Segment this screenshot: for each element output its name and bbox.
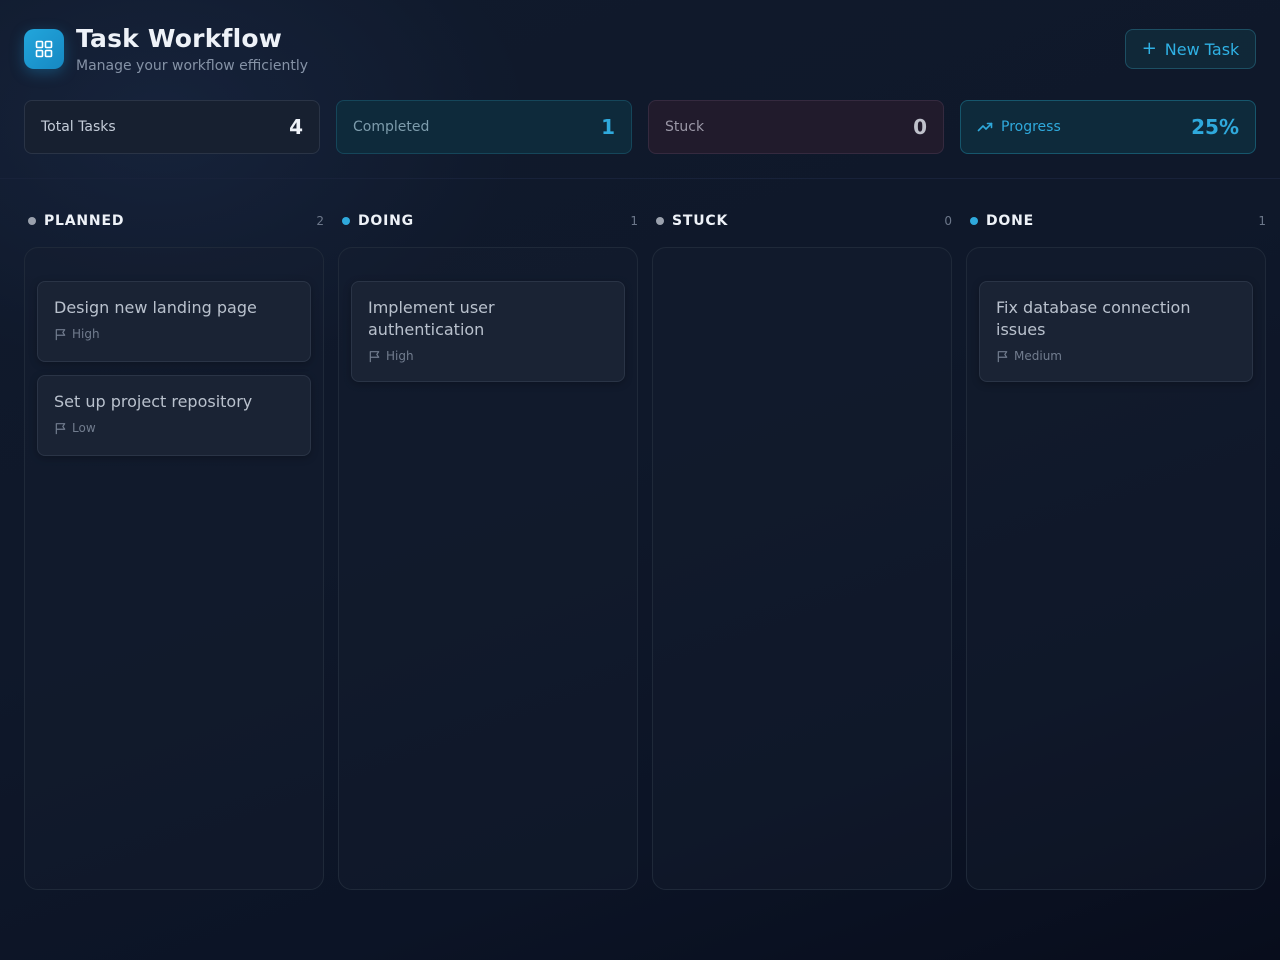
flag-icon: [55, 328, 66, 340]
task-title: Fix database connection issues: [996, 298, 1191, 339]
stat-progress-label-group: Progress: [977, 119, 1061, 135]
column-title: DOING: [358, 213, 414, 229]
flag-icon: [997, 350, 1008, 362]
priority-label: High: [72, 327, 100, 341]
flag-icon: [55, 422, 66, 434]
task-title: Implement user authentication: [368, 298, 495, 339]
task-priority: Medium: [996, 349, 1236, 363]
status-dot: [970, 217, 978, 225]
plus-icon: +: [1141, 38, 1157, 59]
column-done[interactable]: Fix database connection issues Medium: [966, 247, 1266, 890]
stat-value: 1: [601, 115, 615, 139]
status-dot: [342, 217, 350, 225]
new-task-label: New Task: [1164, 39, 1240, 59]
column-title: STUCK: [672, 213, 729, 229]
task-card[interactable]: Set up project repository Low: [37, 375, 311, 456]
stat-value: 25%: [1191, 115, 1239, 139]
page-title: Task Workflow: [76, 24, 283, 53]
column-stuck[interactable]: [652, 247, 952, 890]
column-header-done: DONE 1: [966, 212, 1266, 230]
stat-label: Stuck: [665, 119, 705, 135]
task-card[interactable]: Design new landing page High: [37, 281, 311, 362]
task-card[interactable]: Implement user authentication High: [351, 281, 625, 382]
page-subtitle: Manage your workflow efficiently: [76, 58, 309, 74]
column-header-stuck: STUCK 0: [652, 212, 952, 230]
stat-label: Completed: [353, 119, 430, 135]
header: Task Workflow Manage your workflow effic…: [24, 24, 1256, 80]
column-doing[interactable]: Implement user authentication High: [338, 247, 638, 890]
stat-label: Progress: [1001, 119, 1061, 135]
column-count: 1: [630, 214, 638, 228]
column-count: 0: [944, 214, 952, 228]
priority-label: Low: [72, 421, 96, 435]
stat-label: Total Tasks: [41, 119, 116, 135]
column-planned[interactable]: Design new landing page High Set up proj…: [24, 247, 324, 890]
stat-stuck: Stuck 0: [648, 100, 944, 154]
stat-completed: Completed 1: [336, 100, 632, 154]
app-root: Task Workflow Manage your workflow effic…: [0, 0, 1280, 960]
column-header-doing: DOING 1: [338, 212, 638, 230]
priority-label: Medium: [1014, 349, 1062, 363]
status-dot: [28, 217, 36, 225]
stat-total-tasks: Total Tasks 4: [24, 100, 320, 154]
task-title: Set up project repository: [54, 392, 253, 411]
task-priority: High: [54, 327, 294, 341]
task-card[interactable]: Fix database connection issues Medium: [979, 281, 1253, 382]
column-header-planned: PLANNED 2: [24, 212, 324, 230]
task-priority: High: [368, 349, 608, 363]
new-task-button[interactable]: + New Task: [1125, 29, 1256, 69]
trending-up-icon: [977, 122, 993, 132]
header-divider: [0, 178, 1280, 179]
flag-icon: [369, 350, 380, 362]
column-title: DONE: [986, 213, 1035, 229]
stat-progress: Progress 25%: [960, 100, 1256, 154]
column-count: 1: [1258, 214, 1266, 228]
task-title: Design new landing page: [54, 298, 257, 317]
task-priority: Low: [54, 421, 294, 435]
stat-value: 0: [913, 115, 927, 139]
stat-value: 4: [289, 115, 303, 139]
priority-label: High: [386, 349, 414, 363]
grid-icon: [24, 29, 64, 69]
column-count: 2: [316, 214, 324, 228]
status-dot: [656, 217, 664, 225]
column-title: PLANNED: [44, 213, 125, 229]
